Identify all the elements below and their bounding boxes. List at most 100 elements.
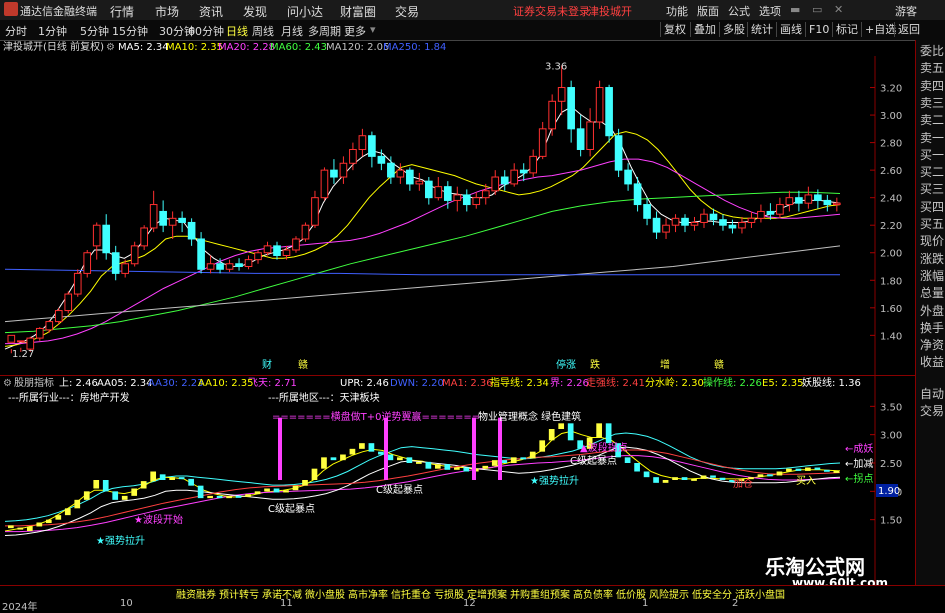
- period-tab-15min[interactable]: 15分钟: [112, 23, 148, 39]
- side-label-5[interactable]: 卖一: [920, 129, 944, 146]
- side-label-12[interactable]: 涨跌: [920, 250, 944, 267]
- side-trade-1[interactable]: 交易: [920, 402, 944, 419]
- stock-tag-8[interactable]: 并购重组预案: [510, 586, 570, 601]
- settings-gear-icon[interactable]: ⚙: [106, 40, 115, 56]
- menu-item-quotes[interactable]: 行情: [110, 3, 134, 20]
- side-label-2[interactable]: 卖四: [920, 77, 944, 94]
- menu-function[interactable]: 功能: [666, 3, 688, 19]
- side-label-11[interactable]: 现价: [920, 232, 944, 249]
- candle-body-58: [557, 87, 566, 102]
- stock-tag-12[interactable]: 低安全分: [692, 586, 732, 601]
- ma-line-MA5: [4, 106, 841, 350]
- side-trade-0[interactable]: 自动: [920, 385, 944, 402]
- side-label-18[interactable]: 收益: [920, 353, 944, 370]
- indicator-gear-icon[interactable]: ⚙: [3, 376, 12, 392]
- menu-formula[interactable]: 公式: [728, 3, 750, 19]
- candle-body-40: [387, 162, 395, 178]
- side-label-10[interactable]: 买五: [920, 215, 944, 232]
- period-tab-timeshare[interactable]: 分时: [5, 23, 27, 39]
- stock-tag-3[interactable]: 微小盘股: [305, 586, 345, 601]
- event-marker-5: 赣: [714, 358, 724, 371]
- menu-item-discover[interactable]: 发现: [243, 3, 267, 20]
- side-label-4[interactable]: 卖二: [920, 111, 944, 128]
- period-tab-5min[interactable]: 5分钟: [80, 23, 109, 39]
- close-icon[interactable]: ✕: [834, 3, 843, 16]
- sub-bar-19: [188, 478, 194, 486]
- more-dropdown-icon[interactable]: ▾: [370, 23, 376, 36]
- candle-body-0: [7, 334, 16, 343]
- side-label-15[interactable]: 外盘: [920, 302, 944, 319]
- period-tab-multi[interactable]: 多周期: [308, 23, 341, 39]
- sub-y-tick-label-0: 3.50: [880, 402, 902, 413]
- side-label-1[interactable]: 卖五: [920, 59, 944, 76]
- menu-item-market[interactable]: 市场: [155, 3, 179, 20]
- sub-bar-10: [102, 480, 109, 492]
- candle-body-57: [548, 100, 556, 130]
- back-button[interactable]: 返回: [894, 22, 923, 37]
- sub-bar-5: [55, 515, 62, 520]
- menu-item-trade[interactable]: 交易: [395, 3, 419, 20]
- multi-stock-button[interactable]: 多股: [719, 22, 748, 37]
- sub-bar-34: [330, 457, 337, 461]
- draw-line-button[interactable]: 画线: [776, 22, 805, 37]
- f10-button[interactable]: F10: [805, 22, 832, 37]
- sub-bar-16: [159, 474, 166, 480]
- sub-bar-75: [719, 477, 726, 480]
- stock-name-tab[interactable]: 津投城开: [588, 3, 632, 19]
- candle-body-50: [481, 190, 490, 199]
- menu-item-wealth[interactable]: 财富圈: [340, 3, 376, 20]
- overlay-button[interactable]: 叠加: [690, 22, 719, 37]
- menu-layout[interactable]: 版面: [697, 3, 719, 19]
- stock-tag-11[interactable]: 风险提示: [649, 586, 689, 601]
- minimize-icon[interactable]: ▬: [790, 3, 800, 16]
- menu-item-ask[interactable]: 问小达: [287, 3, 323, 20]
- kline-chart[interactable]: 3.20 3.00 2.80 2.60 2.40 2.20 2.00 1.80 1.60 1.40…: [0, 56, 915, 585]
- candle-body-74: [709, 213, 718, 221]
- candle-body-71: [681, 217, 689, 226]
- side-label-14[interactable]: 总量: [920, 284, 944, 301]
- candle-body-28: [273, 245, 281, 256]
- side-label-0[interactable]: 委比: [920, 42, 944, 59]
- stock-tag-9[interactable]: 高负债率: [573, 586, 613, 601]
- signal-pillar-0: [278, 417, 282, 480]
- stock-tag-6[interactable]: 亏损股: [434, 586, 464, 601]
- mark-button[interactable]: 标记: [832, 22, 861, 37]
- period-tab-1min[interactable]: 1分钟: [38, 23, 67, 39]
- period-tab-more[interactable]: 更多: [344, 23, 366, 39]
- login-notice[interactable]: 证券交易未登录: [513, 3, 590, 19]
- sub-bar-62: [596, 423, 602, 438]
- sub-bar-39: [378, 451, 384, 455]
- sub-bar-2: [26, 526, 33, 531]
- candle-body-55: [529, 155, 538, 174]
- stock-tag-0[interactable]: 融资融券: [176, 586, 216, 601]
- stock-tag-13[interactable]: 活跃小盘国: [735, 586, 785, 601]
- side-label-8[interactable]: 买三: [920, 180, 944, 197]
- stock-tag-4[interactable]: 高市净率: [348, 586, 388, 601]
- side-label-7[interactable]: 买二: [920, 163, 944, 180]
- menu-options[interactable]: 选项: [759, 3, 781, 19]
- side-label-6[interactable]: 买一: [920, 146, 944, 163]
- period-tab-daily[interactable]: 日线: [226, 23, 248, 39]
- sub-bar-50: [482, 465, 489, 469]
- candle-body-85: [814, 194, 822, 201]
- candle-body-6: [64, 293, 73, 312]
- sub-bar-68: [653, 477, 659, 483]
- side-label-16[interactable]: 换手: [920, 319, 944, 336]
- side-label-3[interactable]: 卖三: [920, 94, 944, 111]
- adjust-button[interactable]: 复权: [660, 22, 689, 37]
- side-label-17[interactable]: 净资: [920, 336, 944, 353]
- guest-account[interactable]: 游客: [895, 3, 917, 19]
- statistics-button[interactable]: 统计: [747, 22, 776, 37]
- ind-strong: 走强线: 2.41: [586, 378, 645, 389]
- indicator-name: 股朋指标: [14, 378, 54, 389]
- period-tab-weekly[interactable]: 周线: [252, 23, 274, 39]
- period-tab-60min[interactable]: 60分钟: [188, 23, 224, 39]
- menu-item-news[interactable]: 资讯: [199, 3, 223, 20]
- maximize-icon[interactable]: ▭: [812, 3, 822, 16]
- side-label-9[interactable]: 买四: [920, 198, 944, 215]
- stock-tag-5[interactable]: 信托重仓: [391, 586, 431, 601]
- side-label-13[interactable]: 涨幅: [920, 267, 944, 284]
- stock-tag-1[interactable]: 预计转亏: [219, 586, 259, 601]
- candle-body-54: [519, 169, 528, 174]
- period-tab-monthly[interactable]: 月线: [281, 23, 303, 39]
